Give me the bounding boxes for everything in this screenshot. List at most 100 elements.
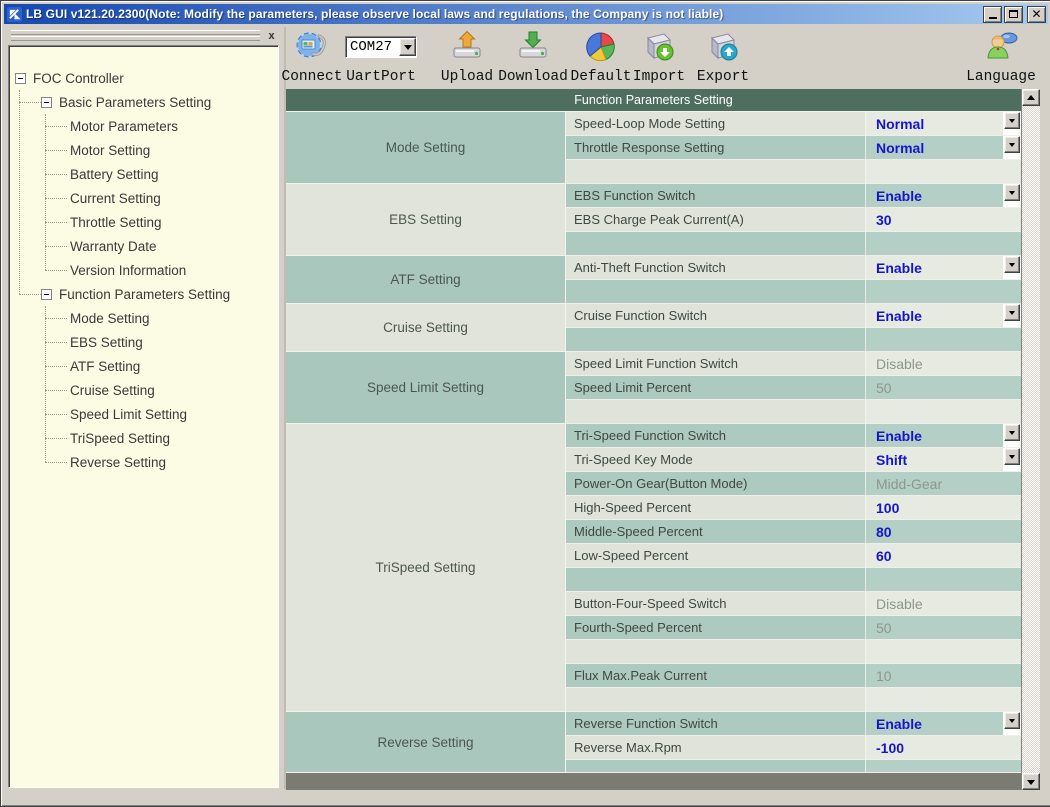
tree-item-function-parameters-setting[interactable]: Function Parameters Setting xyxy=(59,282,230,306)
dropdown-button[interactable] xyxy=(1004,136,1020,153)
dock-gripper[interactable] xyxy=(11,30,260,35)
parameter-group: Cruise SettingCruise Function SwitchEnab… xyxy=(286,304,1021,352)
tree-item-battery-setting[interactable]: Battery Setting xyxy=(70,162,159,186)
param-value-cell xyxy=(866,760,1003,772)
import-button[interactable]: Import xyxy=(629,30,689,84)
tree-item-throttle-setting[interactable]: Throttle Setting xyxy=(70,210,162,234)
param-value-cell[interactable]: Enable xyxy=(866,424,1003,447)
param-value-cell[interactable]: 80 xyxy=(866,520,1003,543)
param-value-cell xyxy=(866,328,1003,351)
param-value-cell[interactable]: Enable xyxy=(866,304,1003,327)
maximize-button[interactable] xyxy=(1004,6,1023,23)
param-name-cell: Tri-Speed Key Mode xyxy=(566,448,866,471)
combo-spacer-cell xyxy=(1003,544,1021,567)
param-value-cell xyxy=(866,400,1003,423)
tree-expand-toggle[interactable] xyxy=(41,289,52,300)
tree-item-basic-parameters-setting[interactable]: Basic Parameters Setting xyxy=(59,90,211,114)
param-name-cell: Throttle Response Setting xyxy=(566,136,866,159)
chevron-down-icon xyxy=(404,45,412,54)
dropdown-button[interactable] xyxy=(1004,184,1020,201)
param-value-cell[interactable]: Disable xyxy=(866,592,1003,615)
param-value-cell xyxy=(866,160,1003,183)
download-label: Download xyxy=(498,70,568,85)
uart-dropdown-button[interactable] xyxy=(399,38,416,56)
download-button[interactable]: Download xyxy=(494,30,572,84)
uart-port-select[interactable]: COM27 xyxy=(345,36,417,58)
tree-item-warranty-date[interactable]: Warranty Date xyxy=(70,234,157,258)
title-bar[interactable]: LB GUI v121.20.2300(Note: Modify the par… xyxy=(4,4,1048,24)
vertical-scrollbar[interactable] xyxy=(1021,89,1040,790)
table-row: Speed Limit Percent50 xyxy=(566,376,1021,400)
export-icon xyxy=(706,30,740,64)
combo-spacer-cell xyxy=(1003,664,1021,687)
spacer-row xyxy=(566,160,1021,184)
tree-item-motor-setting[interactable]: Motor Setting xyxy=(70,138,150,162)
param-value-cell[interactable]: Normal xyxy=(866,112,1003,135)
tree-item-reverse-setting[interactable]: Reverse Setting xyxy=(70,450,166,474)
tree-item-speed-limit-setting[interactable]: Speed Limit Setting xyxy=(70,402,187,426)
param-name-cell: Tri-Speed Function Switch xyxy=(566,424,866,447)
tree-item-foc-controller[interactable]: FOC Controller xyxy=(33,66,124,90)
param-value-cell xyxy=(866,640,1003,663)
param-value-cell[interactable]: Midd-Gear xyxy=(866,472,1003,495)
value-combo-cell xyxy=(1003,424,1021,447)
tree-expand-toggle[interactable] xyxy=(15,73,26,84)
scroll-up-button[interactable] xyxy=(1022,89,1040,106)
dock-gripper[interactable] xyxy=(11,36,260,41)
tree-guide-line xyxy=(19,90,20,294)
param-value-cell[interactable]: Enable xyxy=(866,184,1003,207)
scrollbar-track[interactable] xyxy=(1022,106,1040,773)
window-title: LB GUI v121.20.2300(Note: Modify the par… xyxy=(26,7,981,21)
table-row: Throttle Response SettingNormal xyxy=(566,136,1021,160)
tree-expand-toggle[interactable] xyxy=(41,97,52,108)
param-value-cell[interactable]: Enable xyxy=(866,256,1003,279)
tree-connector xyxy=(19,102,41,103)
app-window: LB GUI v121.20.2300(Note: Modify the par… xyxy=(0,0,1050,807)
dropdown-button[interactable] xyxy=(1004,304,1020,321)
close-button[interactable]: ✕ xyxy=(1027,6,1046,23)
chevron-down-icon xyxy=(1009,143,1015,150)
param-value-cell[interactable]: Enable xyxy=(866,712,1003,735)
spacer-row xyxy=(566,232,1021,256)
param-name-cell xyxy=(566,280,866,303)
dropdown-button[interactable] xyxy=(1004,256,1020,273)
spacer-row xyxy=(566,640,1021,664)
language-button[interactable]: Language xyxy=(959,30,1043,84)
param-value-cell[interactable]: Normal xyxy=(866,136,1003,159)
tree-item-version-information[interactable]: Version Information xyxy=(70,258,186,282)
param-name-cell: Middle-Speed Percent xyxy=(566,520,866,543)
param-value-cell[interactable]: -100 xyxy=(866,736,1003,759)
scroll-down-button[interactable] xyxy=(1022,773,1040,790)
param-value-cell[interactable]: 10 xyxy=(866,664,1003,687)
tree-item-trispeed-setting[interactable]: TriSpeed Setting xyxy=(70,426,170,450)
param-value-cell[interactable]: 50 xyxy=(866,616,1003,639)
connect-button[interactable]: Connect xyxy=(281,30,343,84)
dropdown-button[interactable] xyxy=(1004,712,1020,729)
upload-button[interactable]: Upload xyxy=(437,30,497,84)
parameter-group: TriSpeed SettingTri-Speed Function Switc… xyxy=(286,424,1021,712)
tree-item-motor-parameters[interactable]: Motor Parameters xyxy=(70,114,178,138)
tree-panel-header[interactable]: x xyxy=(9,29,278,43)
tree-connector xyxy=(45,246,67,247)
tree-item-cruise-setting[interactable]: Cruise Setting xyxy=(70,378,155,402)
tree-item-atf-setting[interactable]: ATF Setting xyxy=(70,354,140,378)
export-button[interactable]: Export xyxy=(692,30,754,84)
tree-item-current-setting[interactable]: Current Setting xyxy=(70,186,161,210)
tree-item-ebs-setting[interactable]: EBS Setting xyxy=(70,330,143,354)
param-value-cell[interactable]: 60 xyxy=(866,544,1003,567)
param-value-cell xyxy=(866,232,1003,255)
dropdown-button[interactable] xyxy=(1004,112,1020,129)
param-value-cell[interactable]: 50 xyxy=(866,376,1003,399)
param-value-cell[interactable]: Disable xyxy=(866,352,1003,375)
tree-panel-close-icon[interactable]: x xyxy=(265,29,278,42)
param-value-cell[interactable]: 100 xyxy=(866,496,1003,519)
chevron-down-icon xyxy=(1009,119,1015,126)
dropdown-button[interactable] xyxy=(1004,424,1020,441)
dropdown-button[interactable] xyxy=(1004,448,1020,465)
param-value-cell[interactable]: 30 xyxy=(866,208,1003,231)
minimize-button[interactable] xyxy=(983,6,1002,23)
tree-item-mode-setting[interactable]: Mode Setting xyxy=(70,306,150,330)
param-value-cell[interactable]: Shift xyxy=(866,448,1003,471)
language-label: Language xyxy=(966,70,1036,85)
default-button[interactable]: Default xyxy=(570,30,632,84)
